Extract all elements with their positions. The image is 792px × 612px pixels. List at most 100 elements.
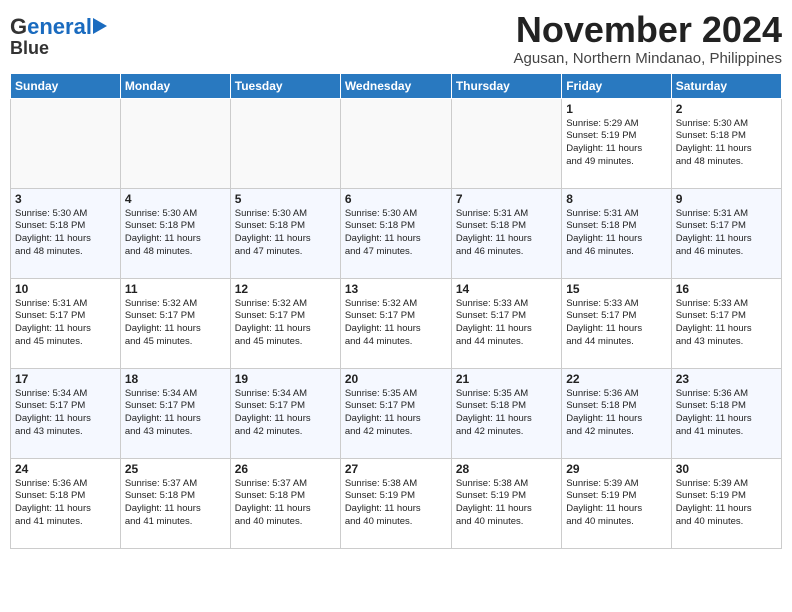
location-subtitle: Agusan, Northern Mindanao, Philippines	[514, 50, 783, 67]
day-info: Sunrise: 5:34 AMSunset: 5:17 PMDaylight:…	[15, 388, 116, 439]
day-info: Sunrise: 5:38 AMSunset: 5:19 PMDaylight:…	[345, 478, 447, 529]
logo: G eneral Blue	[10, 10, 107, 59]
weekday-header-wednesday: Wednesday	[340, 73, 451, 98]
day-info: Sunrise: 5:35 AMSunset: 5:18 PMDaylight:…	[456, 388, 557, 439]
week-row-4: 17 Sunrise: 5:34 AMSunset: 5:17 PMDayligh…	[11, 368, 782, 458]
calendar-cell: 6Sunrise: 5:30 AMSunset: 5:18 PMDaylight…	[340, 188, 451, 278]
calendar-cell: 28Sunrise: 5:38 AMSunset: 5:19 PMDayligh…	[451, 458, 561, 548]
day-info: Sunrise: 5:30 AMSunset: 5:18 PMDaylight:…	[235, 208, 336, 259]
day-info: Sunrise: 5:39 AMSunset: 5:19 PMDaylight:…	[566, 478, 666, 529]
day-number: 15	[566, 282, 666, 296]
weekday-header-thursday: Thursday	[451, 73, 561, 98]
calendar-cell: 18 Sunrise: 5:34 AMSunset: 5:17 PMDayligh…	[120, 368, 230, 458]
calendar-cell: 25 Sunrise: 5:37 AMSunset: 5:18 PMDayligh…	[120, 458, 230, 548]
day-number: 16	[676, 282, 777, 296]
calendar-cell: 30Sunrise: 5:39 AMSunset: 5:19 PMDayligh…	[671, 458, 781, 548]
day-number: 9	[676, 192, 777, 206]
calendar-cell: 26Sunrise: 5:37 AMSunset: 5:18 PMDayligh…	[230, 458, 340, 548]
day-number: 29	[566, 462, 666, 476]
calendar-cell: 17 Sunrise: 5:34 AMSunset: 5:17 PMDayligh…	[11, 368, 121, 458]
day-number: 1	[566, 102, 666, 116]
day-number: 17	[15, 372, 116, 386]
day-number: 23	[676, 372, 777, 386]
day-number: 27	[345, 462, 447, 476]
weekday-header-friday: Friday	[562, 73, 671, 98]
day-info: Sunrise: 5:34 AMSunset: 5:17 PMDaylight:…	[235, 388, 336, 439]
day-number: 18	[125, 372, 226, 386]
weekday-row: SundayMondayTuesdayWednesdayThursdayFrid…	[11, 73, 782, 98]
logo-eneral: eneral	[27, 14, 92, 40]
weekday-header-sunday: Sunday	[11, 73, 121, 98]
day-number: 5	[235, 192, 336, 206]
day-info: Sunrise: 5:32 AMSunset: 5:17 PMDaylight:…	[345, 298, 447, 349]
calendar-cell: 12Sunrise: 5:32 AMSunset: 5:17 PMDayligh…	[230, 278, 340, 368]
logo-arrow-icon	[93, 18, 107, 34]
calendar-header: SundayMondayTuesdayWednesdayThursdayFrid…	[11, 73, 782, 98]
day-number: 7	[456, 192, 557, 206]
day-info: Sunrise: 5:31 AMSunset: 5:17 PMDaylight:…	[15, 298, 116, 349]
calendar-cell: 4 Sunrise: 5:30 AMSunset: 5:18 PMDaylight…	[120, 188, 230, 278]
day-number: 20	[345, 372, 447, 386]
weekday-header-saturday: Saturday	[671, 73, 781, 98]
calendar-cell: 13 Sunrise: 5:32 AMSunset: 5:17 PMDayligh…	[340, 278, 451, 368]
calendar-cell: 24Sunrise: 5:36 AMSunset: 5:18 PMDayligh…	[11, 458, 121, 548]
calendar-cell: 19Sunrise: 5:34 AMSunset: 5:17 PMDayligh…	[230, 368, 340, 458]
calendar-cell: 8 Sunrise: 5:31 AMSunset: 5:18 PMDaylight…	[562, 188, 671, 278]
day-info: Sunrise: 5:32 AMSunset: 5:17 PMDaylight:…	[125, 298, 226, 349]
day-number: 13	[345, 282, 447, 296]
calendar-cell: 16 Sunrise: 5:33 AMSunset: 5:17 PMDayligh…	[671, 278, 781, 368]
day-info: Sunrise: 5:36 AMSunset: 5:18 PMDaylight:…	[566, 388, 666, 439]
calendar-cell: 22 Sunrise: 5:36 AMSunset: 5:18 PMDayligh…	[562, 368, 671, 458]
calendar-cell	[11, 98, 121, 188]
calendar-cell: 21 Sunrise: 5:35 AMSunset: 5:18 PMDayligh…	[451, 368, 561, 458]
day-number: 26	[235, 462, 336, 476]
day-number: 30	[676, 462, 777, 476]
page-header: G eneral Blue November 2024 Agusan, Nort…	[10, 10, 782, 67]
day-info: Sunrise: 5:30 AMSunset: 5:18 PMDaylight:…	[125, 208, 226, 259]
calendar-cell: 9Sunrise: 5:31 AMSunset: 5:17 PMDaylight…	[671, 188, 781, 278]
day-info: Sunrise: 5:35 AMSunset: 5:17 PMDaylight:…	[345, 388, 447, 439]
day-info: Sunrise: 5:36 AMSunset: 5:18 PMDaylight:…	[676, 388, 777, 439]
calendar-cell: 5 Sunrise: 5:30 AMSunset: 5:18 PMDaylight…	[230, 188, 340, 278]
day-number: 11	[125, 282, 226, 296]
day-number: 3	[15, 192, 116, 206]
day-info: Sunrise: 5:30 AMSunset: 5:18 PMDaylight:…	[676, 118, 777, 169]
day-number: 22	[566, 372, 666, 386]
calendar-cell: 11 Sunrise: 5:32 AMSunset: 5:17 PMDayligh…	[120, 278, 230, 368]
calendar-cell: 3 Sunrise: 5:30 AMSunset: 5:18 PMDaylight…	[11, 188, 121, 278]
day-info: Sunrise: 5:31 AMSunset: 5:18 PMDaylight:…	[566, 208, 666, 259]
calendar-cell: 20 Sunrise: 5:35 AMSunset: 5:17 PMDayligh…	[340, 368, 451, 458]
calendar-cell: 1 Sunrise: 5:29 AMSunset: 5:19 PMDaylight…	[562, 98, 671, 188]
day-info: Sunrise: 5:33 AMSunset: 5:17 PMDaylight:…	[676, 298, 777, 349]
calendar-cell: 29 Sunrise: 5:39 AMSunset: 5:19 PMDayligh…	[562, 458, 671, 548]
calendar-cell	[230, 98, 340, 188]
day-info: Sunrise: 5:29 AMSunset: 5:19 PMDaylight:…	[566, 118, 666, 169]
day-info: Sunrise: 5:30 AMSunset: 5:18 PMDaylight:…	[15, 208, 116, 259]
day-number: 8	[566, 192, 666, 206]
week-row-1: 1 Sunrise: 5:29 AMSunset: 5:19 PMDaylight…	[11, 98, 782, 188]
calendar-cell: 10 Sunrise: 5:31 AMSunset: 5:17 PMDayligh…	[11, 278, 121, 368]
day-info: Sunrise: 5:37 AMSunset: 5:18 PMDaylight:…	[125, 478, 226, 529]
day-number: 10	[15, 282, 116, 296]
day-info: Sunrise: 5:30 AMSunset: 5:18 PMDaylight:…	[345, 208, 447, 259]
day-number: 4	[125, 192, 226, 206]
calendar-cell: 14Sunrise: 5:33 AMSunset: 5:17 PMDayligh…	[451, 278, 561, 368]
week-row-2: 3 Sunrise: 5:30 AMSunset: 5:18 PMDaylight…	[11, 188, 782, 278]
day-info: Sunrise: 5:34 AMSunset: 5:17 PMDaylight:…	[125, 388, 226, 439]
calendar-table: SundayMondayTuesdayWednesdayThursdayFrid…	[10, 73, 782, 549]
calendar-cell	[451, 98, 561, 188]
day-number: 12	[235, 282, 336, 296]
day-info: Sunrise: 5:33 AMSunset: 5:17 PMDaylight:…	[456, 298, 557, 349]
day-info: Sunrise: 5:33 AMSunset: 5:17 PMDaylight:…	[566, 298, 666, 349]
calendar-cell: 23 Sunrise: 5:36 AMSunset: 5:18 PMDayligh…	[671, 368, 781, 458]
weekday-header-tuesday: Tuesday	[230, 73, 340, 98]
calendar-body: 1 Sunrise: 5:29 AMSunset: 5:19 PMDaylight…	[11, 98, 782, 548]
day-number: 21	[456, 372, 557, 386]
day-info: Sunrise: 5:31 AMSunset: 5:18 PMDaylight:…	[456, 208, 557, 259]
calendar-cell	[120, 98, 230, 188]
day-number: 2	[676, 102, 777, 116]
day-number: 25	[125, 462, 226, 476]
day-info: Sunrise: 5:36 AMSunset: 5:18 PMDaylight:…	[15, 478, 116, 529]
calendar-cell: 27 Sunrise: 5:38 AMSunset: 5:19 PMDayligh…	[340, 458, 451, 548]
calendar-cell: 7 Sunrise: 5:31 AMSunset: 5:18 PMDaylight…	[451, 188, 561, 278]
